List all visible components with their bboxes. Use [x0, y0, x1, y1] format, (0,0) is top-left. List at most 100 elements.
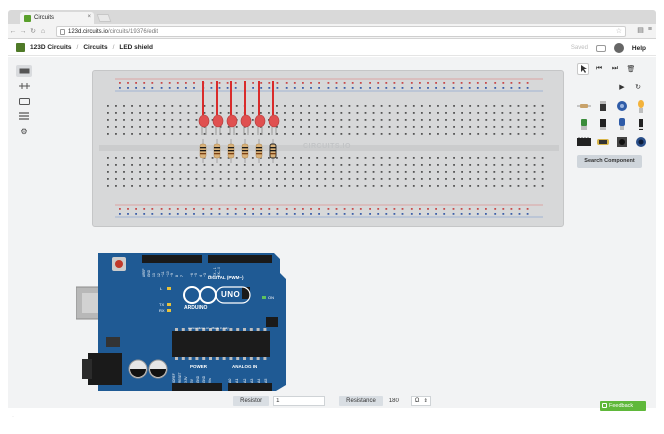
breadboard-hole — [251, 119, 254, 121]
chip-pin — [215, 357, 219, 360]
browser-tab[interactable]: Circuits × — [20, 12, 94, 24]
breadboard-hole — [404, 105, 407, 107]
breadboard-hole — [437, 112, 439, 114]
resistance-input[interactable] — [386, 396, 407, 406]
component-list-button[interactable] — [16, 110, 32, 122]
breadcrumb-project[interactable]: LED shield — [119, 44, 153, 51]
breadcrumb-brand[interactable]: 123D Circuits — [30, 44, 72, 51]
pcb-view-button[interactable] — [16, 95, 32, 107]
breadboard-hole — [251, 157, 254, 159]
home-icon[interactable]: ⌂ — [38, 28, 48, 35]
app-logo-icon[interactable] — [16, 43, 25, 52]
resistor-band — [214, 150, 220, 152]
new-tab-button[interactable] — [96, 14, 112, 22]
breadboard-hole — [171, 171, 174, 173]
breadboard-hole — [276, 164, 278, 166]
resistance-unit-select[interactable]: Ω ⇕ — [410, 396, 431, 406]
breadboard-hole — [131, 185, 133, 187]
breadboard-hole — [123, 126, 125, 128]
rail-hole — [327, 82, 330, 84]
l-label: L — [160, 286, 163, 291]
breadboard-hole — [211, 164, 214, 166]
breadboard-hole — [259, 185, 262, 187]
back-icon[interactable]: ← — [8, 28, 18, 35]
analog-label: ANALOG IN — [232, 364, 258, 369]
breadboard-hole — [123, 185, 125, 187]
led[interactable] — [226, 114, 238, 128]
potentiometer-component-icon[interactable] — [614, 99, 630, 113]
battery-component-icon[interactable] — [595, 99, 611, 113]
breadboard-hole — [332, 157, 335, 159]
breadboard-hole — [308, 185, 311, 187]
rail-hole — [202, 208, 205, 210]
feedback-button[interactable]: Feedback — [600, 401, 646, 411]
arduino-uno-board[interactable]: UNO ARDUINO DIGITAL (PWM~) POWER ANALOG … — [75, 249, 288, 395]
trash-icon[interactable]: 🗑 — [625, 63, 637, 75]
schematic-view-button[interactable] — [16, 80, 32, 92]
avatar[interactable] — [613, 43, 624, 53]
crystal-component-icon[interactable] — [595, 135, 611, 149]
piezo-component-icon[interactable] — [633, 135, 649, 149]
forward-icon[interactable]: → — [18, 28, 28, 35]
rail-hole — [234, 87, 237, 89]
led[interactable] — [254, 114, 266, 128]
close-tab-icon[interactable]: × — [87, 14, 91, 20]
led[interactable] — [212, 114, 224, 128]
resistor-component-icon[interactable] — [576, 99, 592, 113]
chip-pin — [229, 357, 233, 360]
extension-icon[interactable]: ▤ — [637, 26, 644, 34]
led[interactable] — [268, 114, 280, 128]
breadboard-hole — [147, 112, 150, 114]
ic-component-icon[interactable] — [595, 117, 611, 131]
breadboard-hole — [187, 105, 190, 107]
rail-hole — [518, 82, 521, 84]
led[interactable] — [198, 114, 210, 128]
microcontroller-component-icon[interactable] — [576, 135, 592, 149]
select-cursor-icon[interactable] — [577, 63, 589, 75]
rotate-icon[interactable]: ↻ — [632, 81, 644, 93]
settings-button[interactable]: ⚙ — [16, 125, 32, 137]
transistor-component-icon[interactable] — [576, 117, 592, 131]
resistor-name-input[interactable] — [273, 396, 326, 406]
breadboard-hole — [155, 112, 158, 114]
diode-component-icon[interactable] — [633, 117, 649, 131]
rail-hole — [210, 87, 213, 89]
breadboard-hole — [227, 133, 230, 135]
capacitor-component-icon[interactable] — [614, 117, 630, 131]
breadboard-hole — [107, 164, 109, 166]
rail-hole — [427, 213, 429, 215]
bottom-power-rail — [115, 204, 543, 218]
address-bar[interactable]: 123d.circuits.io/circuits/19376/edit ☆ — [56, 26, 626, 37]
breadboard-hole — [412, 105, 415, 107]
play-icon[interactable]: ▶ — [616, 81, 628, 93]
breadboard[interactable]: CIRCUITS.IO — [92, 70, 564, 227]
breadboard-hole — [525, 178, 528, 180]
breadboard-hole — [485, 105, 488, 107]
breadboard-hole — [163, 126, 166, 128]
breadboard-hole — [477, 105, 480, 107]
help-link[interactable]: Help — [632, 45, 646, 52]
chip-pin — [188, 357, 192, 360]
menu-icon[interactable]: ≡ — [648, 26, 652, 34]
comment-icon[interactable] — [595, 44, 606, 52]
breadboard-view-button[interactable] — [16, 65, 32, 77]
switch-component-icon[interactable] — [614, 135, 630, 149]
skip-forward-icon[interactable]: ⏭ — [609, 63, 621, 75]
breadboard-hole — [541, 185, 544, 187]
breadboard-hole — [429, 171, 431, 173]
chip-pin — [175, 357, 178, 360]
led-component-icon[interactable] — [633, 99, 649, 113]
search-component-button[interactable]: Search Component — [577, 155, 642, 168]
breadboard-hole — [300, 157, 302, 159]
skip-back-icon[interactable]: ⏮ — [593, 63, 605, 75]
rail-hole — [268, 82, 271, 84]
led[interactable] — [240, 114, 252, 128]
bookmark-star-icon[interactable]: ☆ — [616, 27, 622, 35]
breadcrumb-circuits[interactable]: Circuits — [83, 44, 107, 51]
rail-hole — [234, 82, 237, 84]
reload-icon[interactable]: ↻ — [28, 27, 38, 35]
breadboard-hole — [380, 119, 383, 121]
breadboard-hole — [485, 178, 488, 180]
breadboard-hole — [477, 185, 480, 187]
breadboard-hole — [404, 126, 407, 128]
